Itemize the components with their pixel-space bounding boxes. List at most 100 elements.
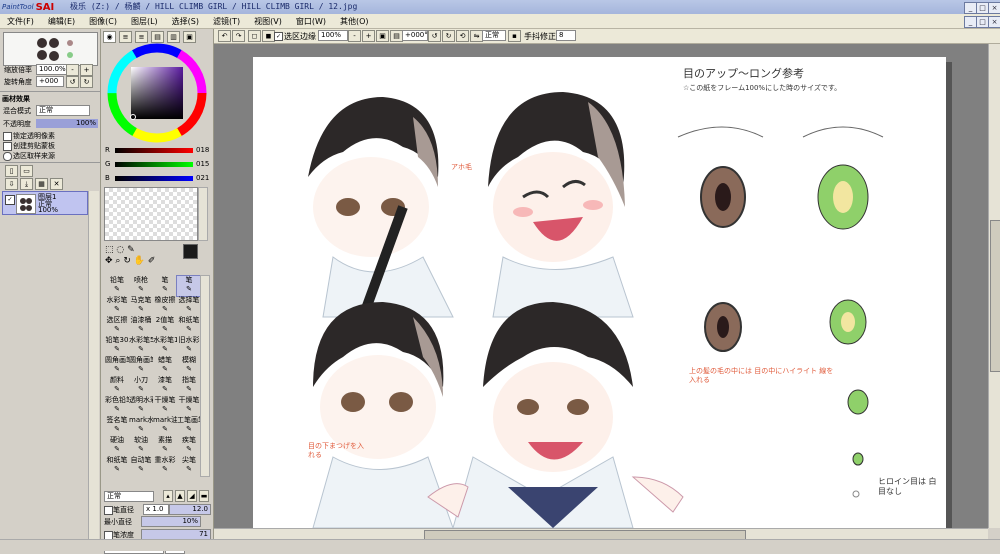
tool-button[interactable]: 工笔画笔✎ <box>176 415 202 437</box>
b-slider[interactable] <box>115 176 193 181</box>
scratchpad[interactable] <box>104 187 198 241</box>
zoom-field[interactable]: 100.0% <box>36 64 68 75</box>
tool-button[interactable]: 水彩笔 ✎ <box>104 295 130 317</box>
min-size-slider[interactable]: 10% <box>141 516 201 527</box>
canvas-paper[interactable]: 目のアップ〜ロング参考 ☆この紙をフレーム100%にした時のサイズです。 アホ毛… <box>253 57 946 528</box>
shape-flat-icon[interactable]: ▬ <box>199 490 209 502</box>
tool-button[interactable]: 油漆桶 ✎ <box>128 315 154 337</box>
blend-mode-select[interactable]: 正常 <box>36 105 90 116</box>
tool-button[interactable]: 硬油 ✎ <box>104 435 130 457</box>
tool-button[interactable]: 笔 ✎ <box>152 275 178 297</box>
tool-button[interactable]: 透明水彩✎ <box>128 395 154 417</box>
clipping-group-checkbox[interactable] <box>3 142 12 151</box>
tool-button[interactable]: 圆角画笔✎ <box>128 355 154 377</box>
shape-soft-icon[interactable]: ◢ <box>187 490 197 502</box>
tool-scrollbar[interactable] <box>200 275 210 477</box>
tool-button[interactable]: 马克笔 ✎ <box>128 295 154 317</box>
canvas-zoom-field[interactable]: 100% <box>318 30 348 41</box>
tool-button[interactable]: 模糊 ✎ <box>176 355 202 377</box>
rotate-left-button[interactable]: ↺ <box>66 76 79 88</box>
canvas-angle-field[interactable]: +000° <box>402 30 428 41</box>
zoom-in-button[interactable]: + <box>80 64 93 76</box>
opacity-slider[interactable]: 100% <box>36 119 98 128</box>
hand-icon[interactable]: ✋ <box>134 256 145 266</box>
navigator-thumbnail[interactable] <box>3 32 98 66</box>
tool-button[interactable]: 水彩笔100✎ <box>152 335 178 357</box>
tool-button[interactable]: 铅笔 ✎ <box>104 275 130 297</box>
delete-layer-icon[interactable]: ✕ <box>50 178 63 190</box>
tool-button[interactable]: 彩色铅笔✎ <box>104 395 130 417</box>
tool-button[interactable]: 圆角画笔✎ <box>104 355 130 377</box>
texture-effect-header[interactable]: 画材效果 <box>2 94 30 104</box>
tool-button[interactable]: 蜡笔 ✎ <box>152 355 178 377</box>
tool-button[interactable]: 铅笔30 ✎ <box>104 335 130 357</box>
zoom-icon[interactable]: ⌕ <box>115 256 120 266</box>
angle-field[interactable]: +000 <box>36 76 64 87</box>
canvas-zoom-out-icon[interactable]: - <box>348 30 361 42</box>
tool-button[interactable]: 笔 ✎ <box>176 275 202 297</box>
clear-layer-icon[interactable]: ▦ <box>35 178 48 190</box>
tool-button[interactable]: 软油 ✎ <box>128 435 154 457</box>
close-button[interactable]: × <box>988 2 1000 14</box>
merge-down-icon[interactable]: ⤓ <box>20 178 33 190</box>
tool-button[interactable]: 签名笔 ✎ <box>104 415 130 437</box>
zoom-out-button[interactable]: - <box>66 64 79 76</box>
brush-size-multiplier[interactable]: x 1.0 <box>143 504 169 515</box>
canvas-rotate-right-icon[interactable]: ↻ <box>442 30 455 42</box>
tool-button[interactable]: 漆笔 ✎ <box>152 375 178 397</box>
transfer-down-icon[interactable]: ⇩ <box>5 178 18 190</box>
tool-button[interactable]: 干燥笔 ✎ <box>152 395 178 417</box>
brush-size-slider[interactable]: 12.0 <box>169 504 211 515</box>
tool-button[interactable]: 尖笔 ✎ <box>176 455 202 477</box>
tool-button[interactable]: 自动笔 ✎ <box>128 455 154 477</box>
tool-button[interactable]: 旧水彩 ✎ <box>176 335 202 357</box>
brush-mode-select[interactable]: 正常 <box>104 491 154 502</box>
stabilizer-select[interactable]: 8 <box>556 30 576 41</box>
brush-size-checkbox[interactable] <box>104 506 113 515</box>
menu-layer[interactable]: 图层(L) <box>124 16 165 27</box>
r-slider[interactable] <box>115 148 193 153</box>
g-slider[interactable] <box>115 162 193 167</box>
canvas-mode-select[interactable]: 正常 <box>482 30 506 41</box>
swatch-tab[interactable]: ▤ <box>151 31 164 43</box>
tool-button[interactable]: 2值笔 ✎ <box>152 315 178 337</box>
selection-source-radio[interactable] <box>3 152 12 161</box>
primary-color-swatch[interactable] <box>183 244 198 259</box>
menu-file[interactable]: 文件(F) <box>0 16 41 27</box>
tool-button[interactable]: 和纸笔 ✎ <box>104 455 130 477</box>
tool-button[interactable]: 素描 ✎ <box>152 435 178 457</box>
tool-button[interactable]: 和纸笔 ✎ <box>176 315 202 337</box>
menu-window[interactable]: 窗口(W) <box>289 16 333 27</box>
color-wheel[interactable] <box>107 43 207 143</box>
redo-icon[interactable]: ↷ <box>232 30 245 42</box>
tool-button[interactable]: 选区擦 ✎ <box>104 315 130 337</box>
rgb-slider-tab[interactable]: ≡ <box>119 31 132 43</box>
color-wheel-tab[interactable]: ◉ <box>103 31 116 43</box>
tool-button[interactable]: 喷枪 ✎ <box>128 275 154 297</box>
canvas-vertical-scrollbar[interactable] <box>988 44 1000 528</box>
new-layer-icon[interactable]: ▯ <box>5 165 18 177</box>
vertical-scroll-thumb[interactable] <box>990 220 1000 372</box>
scratchpad-tab[interactable]: ▣ <box>183 31 196 43</box>
scratchpad-scrollbar[interactable] <box>198 187 208 241</box>
lasso-icon[interactable]: ◌ <box>116 245 124 255</box>
selection-edge-checkbox[interactable]: ✓ <box>274 32 283 41</box>
tool-button[interactable]: 小刀 ✎ <box>128 375 154 397</box>
layer-visibility-icon[interactable]: ✓ <box>5 195 15 205</box>
rotate-right-button[interactable]: ↻ <box>80 76 93 88</box>
menu-view[interactable]: 视图(V) <box>247 16 289 27</box>
menu-image[interactable]: 图像(C) <box>82 16 124 27</box>
layer-item[interactable]: ✓ 图层1 正常 100% <box>2 191 88 215</box>
canvas-zoom-in-icon[interactable]: + <box>362 30 375 42</box>
mode-toggle-icon[interactable]: ▪ <box>508 30 521 42</box>
canvas-rotate-reset-icon[interactable]: ⟲ <box>456 30 469 42</box>
new-folder-icon[interactable]: ▭ <box>20 165 33 177</box>
canvas-zoom-reset-icon[interactable]: ▣ <box>376 30 389 42</box>
shape-round-icon[interactable]: ▲ <box>175 490 185 502</box>
shape-square-icon[interactable]: ▴ <box>163 490 173 502</box>
menu-other[interactable]: 其他(O) <box>333 16 376 27</box>
undo-icon[interactable]: ↶ <box>218 30 231 42</box>
mixer-tab[interactable]: ▥ <box>167 31 180 43</box>
tool-button[interactable]: 颜料 ✎ <box>104 375 130 397</box>
tool-button[interactable]: 干燥笔 ✎ <box>176 395 202 417</box>
